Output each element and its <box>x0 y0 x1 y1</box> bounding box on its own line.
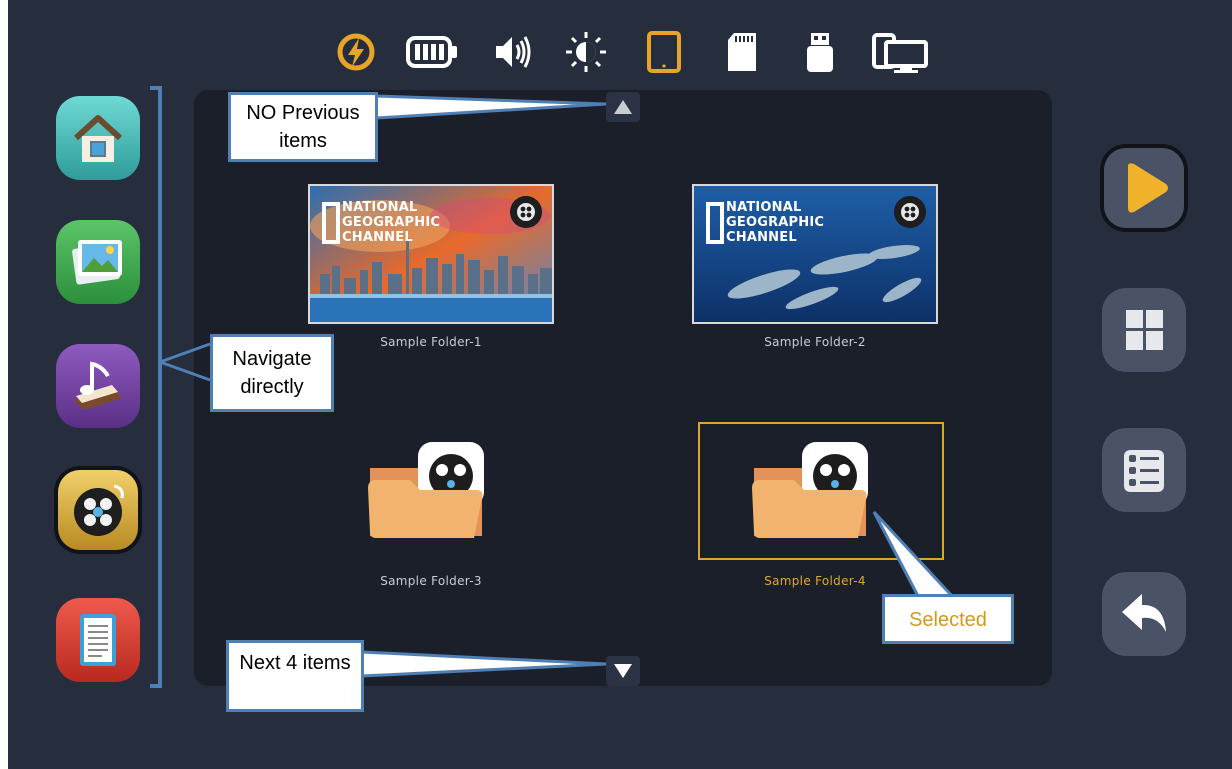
annotation-overlay <box>150 86 954 688</box>
callout-selected: Selected <box>882 594 1014 644</box>
callout-navigate: Navigate directly <box>210 334 334 412</box>
callout-no-previous: NO Previous items <box>228 92 378 162</box>
screen: NATIONAL GEOGRAPHIC CHANNEL Sample Folde… <box>8 0 1232 769</box>
callout-next: Next 4 items <box>226 640 364 712</box>
